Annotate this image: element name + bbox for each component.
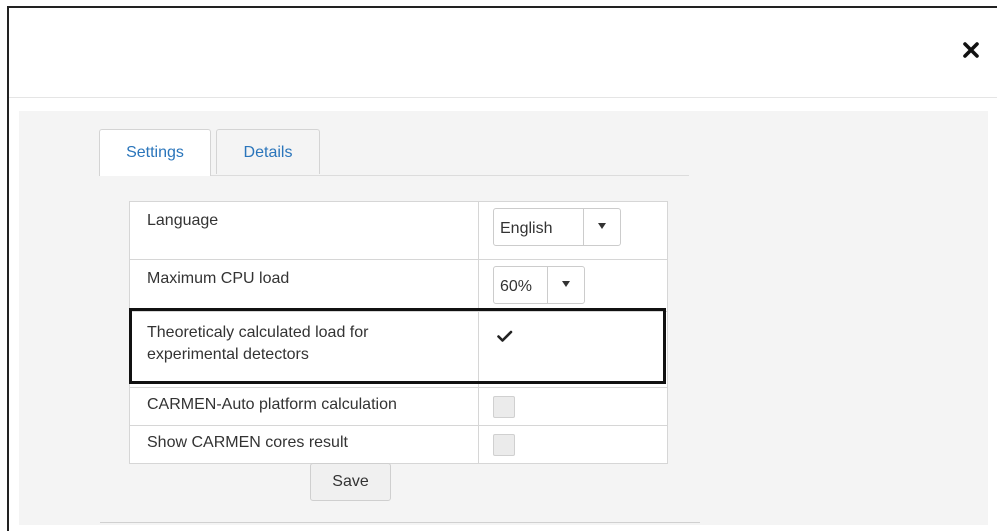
table-row: Language English xyxy=(129,201,668,260)
divider xyxy=(100,522,700,523)
theoretical-load-label: Theoreticaly calculated load for experim… xyxy=(129,311,479,388)
theoretical-load-checkbox[interactable] xyxy=(493,324,515,346)
table-row: Theoreticaly calculated load for experim… xyxy=(129,311,668,388)
carmen-auto-checkbox[interactable] xyxy=(493,396,515,418)
carmen-auto-label: CARMEN-Auto platform calculation xyxy=(129,387,479,426)
cpu-load-select[interactable]: 60% xyxy=(493,266,585,304)
table-row: Maximum CPU load 60% xyxy=(129,259,668,312)
cpu-load-label: Maximum CPU load xyxy=(129,259,479,312)
tab-details[interactable]: Details xyxy=(216,129,320,174)
checkmark-icon xyxy=(497,330,513,342)
table-row: Show CARMEN cores result xyxy=(129,425,668,464)
chevron-down-icon xyxy=(547,267,584,303)
carmen-auto-cell xyxy=(478,387,668,426)
cpu-load-cell: 60% xyxy=(478,259,668,312)
tab-details-label: Details xyxy=(243,144,293,161)
cpu-load-select-value: 60% xyxy=(500,278,533,295)
carmen-cores-checkbox[interactable] xyxy=(493,434,515,456)
close-icon xyxy=(963,42,979,58)
carmen-cores-cell xyxy=(478,425,668,464)
tab-settings[interactable]: Settings xyxy=(99,129,211,176)
table-row: CARMEN-Auto platform calculation xyxy=(129,387,668,426)
language-select-value: English xyxy=(500,220,553,237)
close-button[interactable] xyxy=(959,38,983,62)
save-button[interactable]: Save xyxy=(310,463,391,501)
theoretical-load-cell xyxy=(478,311,668,388)
dialog-header xyxy=(9,8,997,98)
theoretical-load-label-line1: Theoreticaly calculated load for xyxy=(147,324,369,341)
chevron-down-icon xyxy=(583,209,620,245)
settings-table: Language English Maximum CPU load 60% Th… xyxy=(129,201,668,464)
language-cell: English xyxy=(478,201,668,260)
tab-bar: Settings Details xyxy=(99,129,689,176)
language-select[interactable]: English xyxy=(493,208,621,246)
tab-settings-label: Settings xyxy=(126,144,184,161)
language-label: Language xyxy=(129,201,479,260)
theoretical-load-label-line2: experimental detectors xyxy=(147,346,309,363)
carmen-cores-label: Show CARMEN cores result xyxy=(129,425,479,464)
